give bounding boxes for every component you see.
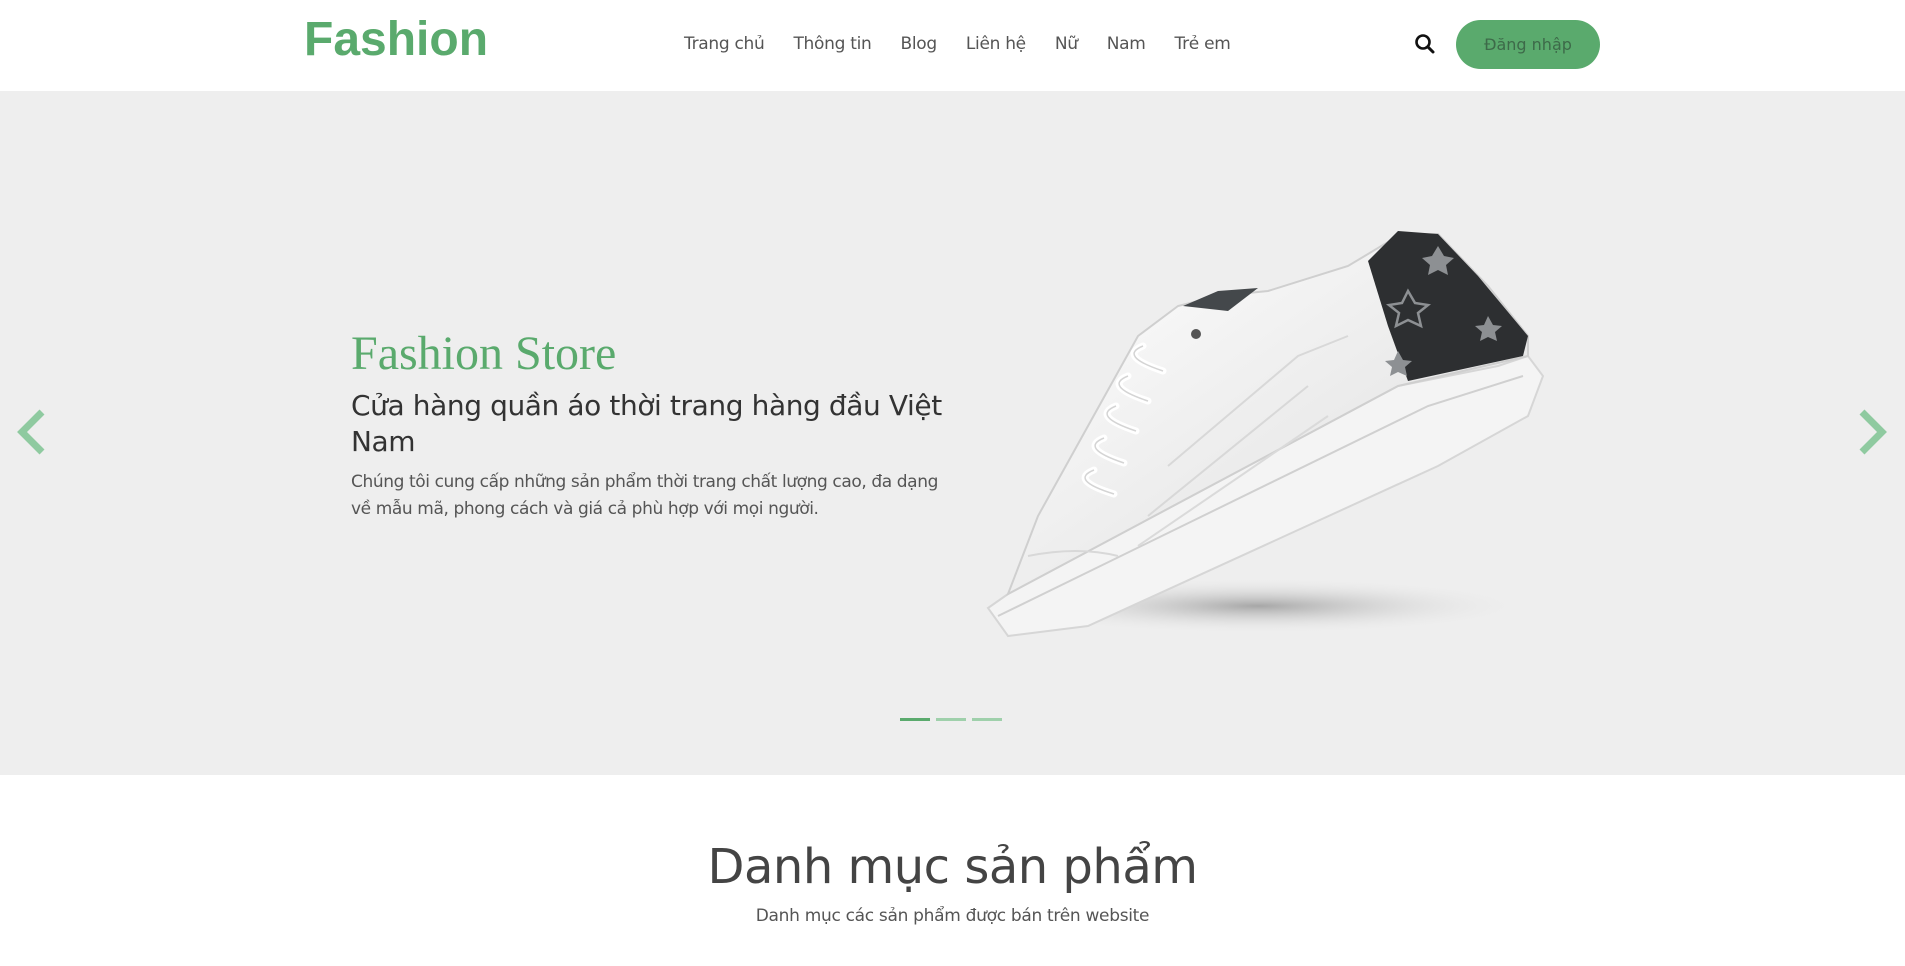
carousel-indicator-3[interactable] — [972, 718, 1002, 721]
sneaker-image — [986, 231, 1545, 638]
carousel-indicator-2[interactable] — [936, 718, 966, 721]
nav-item-blog[interactable]: Blog — [900, 30, 937, 58]
site-header: Fashion Trang chủ Thông tin Blog Liên hệ… — [0, 0, 1905, 91]
carousel-next-button[interactable] — [1852, 404, 1892, 460]
carousel-indicators — [900, 718, 1002, 721]
logo[interactable]: Fashion — [304, 12, 488, 68]
section-subtitle: Danh mục các sản phẩm được bán trên webs… — [755, 906, 1150, 926]
nav-item-home[interactable]: Trang chủ — [684, 30, 765, 58]
nav-item-about[interactable]: Thông tin — [793, 30, 871, 58]
hero-description: Chúng tôi cung cấp những sản phẩm thời t… — [351, 472, 938, 519]
nav-item-contact[interactable]: Liên hệ — [966, 30, 1026, 58]
carousel-indicator-1[interactable] — [900, 718, 930, 721]
chevron-left-icon — [17, 409, 45, 455]
hero-title: Fashion Store — [351, 327, 617, 380]
chevron-right-icon — [1859, 409, 1887, 455]
nav-item-kids[interactable]: Trẻ em — [1175, 30, 1231, 58]
section-title: Danh mục sản phẩm — [707, 839, 1198, 895]
nav-item-women[interactable]: Nữ — [1055, 30, 1078, 58]
carousel-prev-button[interactable] — [12, 404, 52, 460]
login-button[interactable]: Đăng nhập — [1456, 20, 1600, 69]
hero-subtitle: Cửa hàng quần áo thời trang hàng đầu Việ… — [351, 389, 942, 458]
hero-carousel: Fashion Store Cửa hàng quần áo thời tran… — [0, 91, 1905, 775]
search-icon[interactable] — [1412, 31, 1438, 57]
main-nav: Trang chủ Thông tin Blog Liên hệ Nữ Nam … — [684, 30, 1231, 58]
nav-item-men[interactable]: Nam — [1107, 30, 1146, 58]
